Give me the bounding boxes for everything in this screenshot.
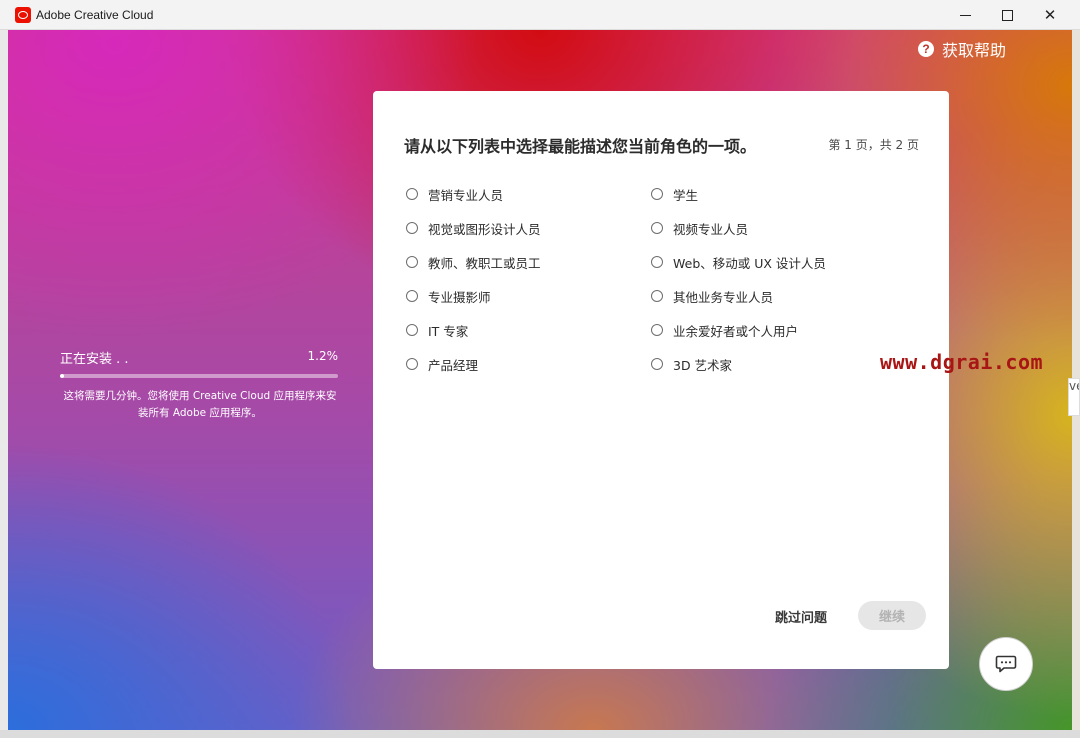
maximize-button[interactable] [984, 0, 1030, 30]
progress-bar-fill [60, 374, 65, 378]
background-window-text: ve [1069, 379, 1079, 393]
radio-button-icon[interactable] [651, 222, 663, 234]
role-option-right-2[interactable]: 视频专业人员 [651, 218, 748, 238]
role-option-left-4[interactable]: 专业摄影师 [406, 286, 491, 306]
role-option-label: 专业摄影师 [428, 289, 491, 305]
radio-button-icon[interactable] [651, 188, 663, 200]
window-title: Adobe Creative Cloud [36, 8, 154, 22]
radio-button-icon[interactable] [651, 324, 663, 336]
radio-button-icon[interactable] [406, 290, 418, 302]
role-option-left-6[interactable]: 产品经理 [406, 354, 478, 374]
role-option-label: Web、移动或 UX 设计人员 [673, 255, 826, 271]
survey-question: 请从以下列表中选择最能描述您当前角色的一项。 [404, 137, 757, 156]
role-option-right-4[interactable]: 其他业务专业人员 [651, 286, 773, 306]
continue-button[interactable]: 继续 [858, 601, 926, 630]
radio-button-icon[interactable] [651, 358, 663, 370]
creative-cloud-logo-icon [15, 7, 31, 23]
close-button[interactable]: ✕ [1027, 0, 1073, 30]
install-percent: 1.2% [307, 349, 339, 363]
radio-button-icon[interactable] [406, 188, 418, 200]
role-option-label: 视频专业人员 [673, 221, 749, 237]
app-window: ve Adobe Creative Cloud ✕ ? 获取帮助 正在安装 . … [0, 0, 1080, 738]
role-option-label: 教师、教职工或员工 [428, 255, 541, 271]
role-survey-dialog: 请从以下列表中选择最能描述您当前角色的一项。 第 1 页，共 2 页 营销专业人… [373, 91, 949, 669]
radio-button-icon[interactable] [406, 358, 418, 370]
watermark-text: www.dgrai.com [880, 350, 1044, 374]
radio-button-icon[interactable] [651, 256, 663, 268]
role-option-label: 业余爱好者或个人用户 [673, 323, 799, 339]
role-option-right-3[interactable]: Web、移动或 UX 设计人员 [651, 252, 826, 272]
role-option-label: 3D 艺术家 [673, 357, 733, 373]
role-option-label: 营销专业人员 [428, 187, 504, 203]
role-option-label: 学生 [673, 187, 699, 203]
close-icon: ✕ [1043, 6, 1057, 24]
background-window-edge: ve [1068, 378, 1080, 416]
taskbar-edge [0, 730, 1080, 738]
minimize-button[interactable] [942, 0, 988, 30]
role-option-right-6[interactable]: 3D 艺术家 [651, 354, 732, 374]
role-option-label: 产品经理 [428, 357, 479, 373]
radio-button-icon[interactable] [406, 256, 418, 268]
install-note: 这将需要几分钟。您将使用 Creative Cloud 应用程序来安装所有 Ad… [63, 390, 337, 419]
install-status: 正在安装 . . [60, 352, 129, 367]
role-option-left-1[interactable]: 营销专业人员 [406, 184, 503, 204]
maximize-icon [1001, 9, 1013, 21]
skip-question-button[interactable]: 跳过问题 [775, 607, 827, 626]
title-bar: Adobe Creative Cloud ✕ [0, 0, 1080, 30]
minimize-icon [959, 14, 971, 16]
question-circle-icon: ? [918, 41, 934, 57]
role-option-left-5[interactable]: IT 专家 [406, 320, 468, 340]
role-option-right-5[interactable]: 业余爱好者或个人用户 [651, 320, 798, 340]
page-indicator: 第 1 页，共 2 页 [828, 138, 919, 152]
radio-button-icon[interactable] [651, 290, 663, 302]
progress-bar [60, 374, 338, 378]
get-help-label: 获取帮助 [942, 41, 1007, 60]
role-option-right-1[interactable]: 学生 [651, 184, 698, 204]
get-help-link[interactable]: ? 获取帮助 [918, 38, 1006, 60]
radio-button-icon[interactable] [406, 222, 418, 234]
role-option-label: 视觉或图形设计人员 [428, 221, 541, 237]
role-option-label: IT 专家 [428, 323, 469, 339]
chat-bubble-icon [995, 655, 1017, 673]
role-option-label: 其他业务专业人员 [673, 289, 774, 305]
role-option-left-2[interactable]: 视觉或图形设计人员 [406, 218, 541, 238]
chat-button[interactable] [979, 637, 1033, 691]
role-option-left-3[interactable]: 教师、教职工或员工 [406, 252, 541, 272]
radio-button-icon[interactable] [406, 324, 418, 336]
